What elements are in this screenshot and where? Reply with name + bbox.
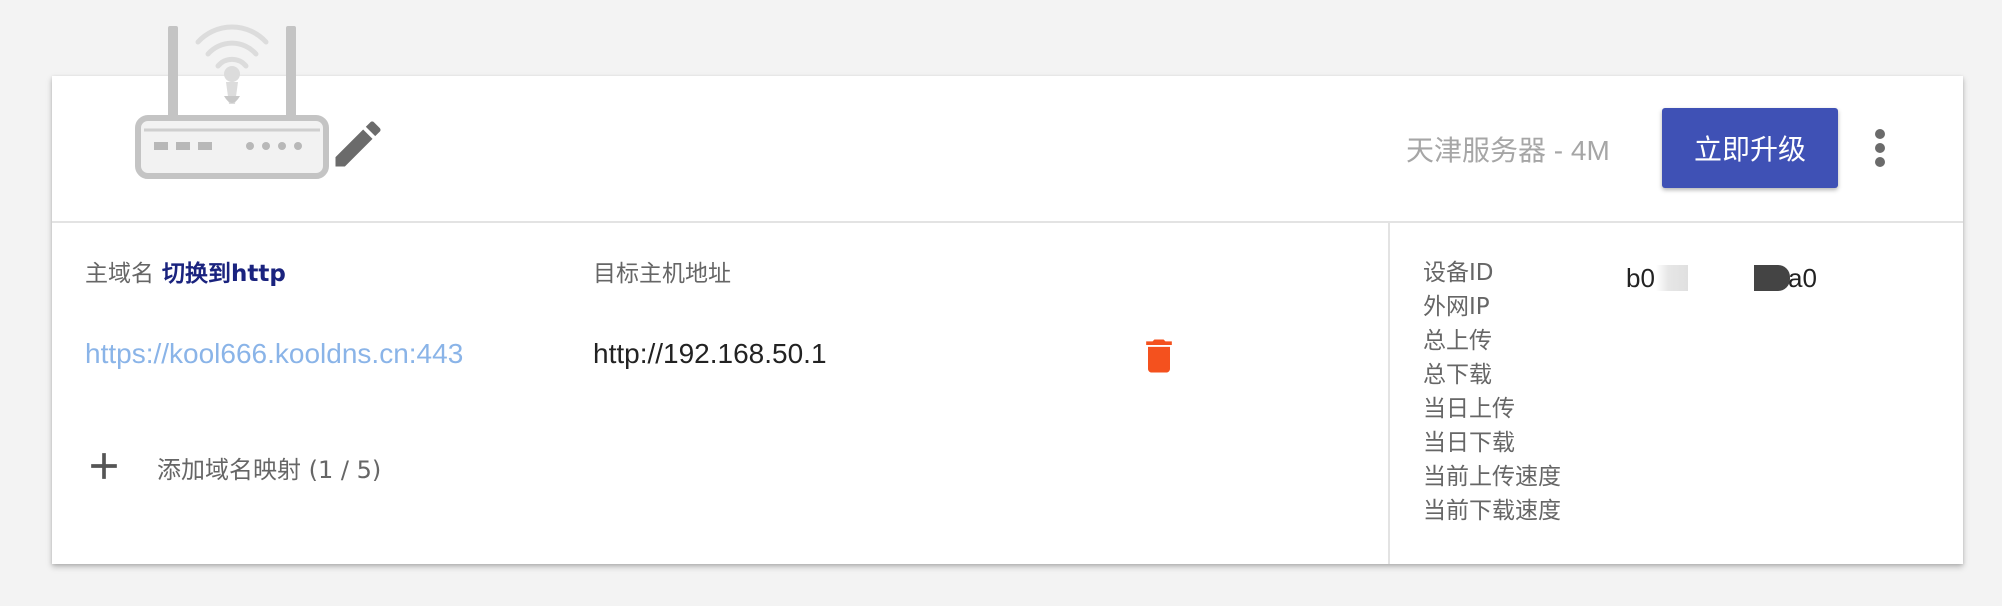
info-label-download-speed: 当前下载速度 (1423, 498, 1561, 524)
domain-column-label: 主域名 (85, 261, 154, 287)
info-label-total-download: 总下载 (1423, 362, 1492, 388)
info-label-wan-ip: 外网IP (1423, 294, 1490, 320)
vertical-divider (1388, 221, 1390, 564)
more-vert-icon[interactable] (1860, 120, 1900, 176)
info-label-upload-speed: 当前上传速度 (1423, 464, 1561, 490)
redaction-mask (1754, 265, 1790, 291)
domain-link[interactable]: https://kool666.kooldns.cn:443 (85, 338, 463, 370)
device-id-end: a0 (1788, 263, 1817, 293)
info-label-daily-download: 当日下载 (1423, 430, 1515, 456)
delete-icon[interactable] (1137, 334, 1181, 378)
target-address: http://192.168.50.1 (593, 338, 827, 369)
plan-label: 天津服务器 - 4M (1406, 135, 1610, 166)
info-label-daily-upload: 当日上传 (1423, 396, 1515, 422)
device-id-value: b0 a0 (1626, 257, 1866, 297)
add-domain-mapping-button[interactable]: 添加域名映射 (1 / 5) (157, 450, 381, 485)
info-label-total-upload: 总上传 (1423, 328, 1492, 354)
card-header: 天津服务器 - 4M 立即升级 (52, 24, 1963, 223)
add-icon[interactable] (82, 444, 126, 488)
target-column-header: 目标主机地址 (593, 261, 731, 287)
device-info-list: 设备ID 外网IP 总上传 总下载 当日上传 当日下载 当前上传速度 当前下载速… (1423, 256, 1561, 528)
pencil-edit-icon[interactable] (328, 114, 388, 174)
upgrade-button[interactable]: 立即升级 (1662, 108, 1838, 188)
device-card: 天津服务器 - 4M 立即升级 主域名 切换到http 目标主机地址 https:… (52, 24, 1963, 564)
device-id-start: b0 (1626, 263, 1655, 293)
switch-to-http-link[interactable]: 切换到http (162, 261, 286, 287)
page: 天津服务器 - 4M 立即升级 主域名 切换到http 目标主机地址 https:… (0, 0, 2002, 606)
info-label-device-id: 设备ID (1423, 260, 1494, 286)
redaction-mask (1656, 265, 1688, 291)
router-icon (135, 24, 329, 179)
domain-column-header: 主域名 切换到http (85, 254, 286, 288)
